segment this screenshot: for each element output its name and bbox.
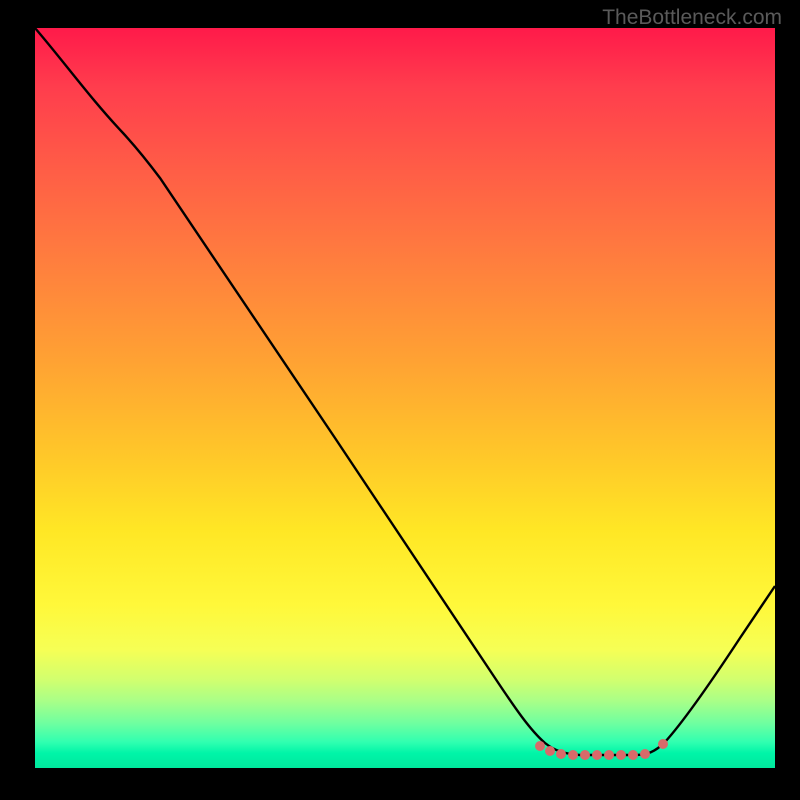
chart-svg bbox=[35, 28, 775, 768]
bottleneck-curve-line bbox=[35, 28, 775, 755]
chart-plot-area bbox=[35, 28, 775, 768]
watermark-text: TheBottleneck.com bbox=[602, 6, 782, 30]
